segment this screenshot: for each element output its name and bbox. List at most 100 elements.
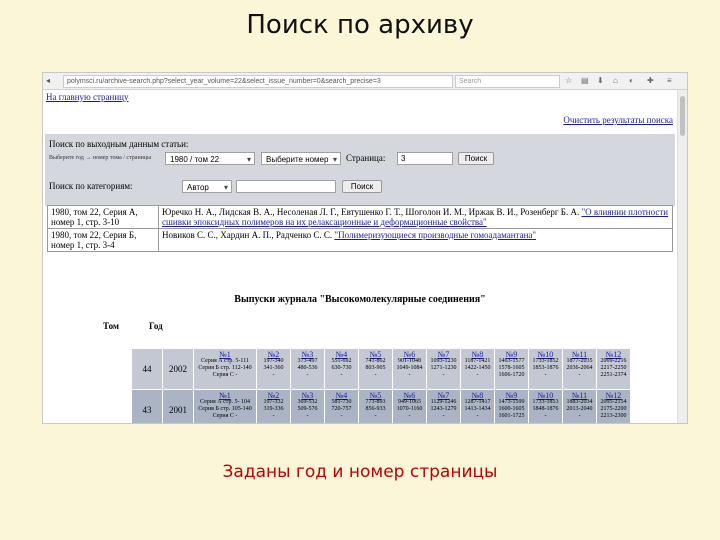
issue-cell: №8 1187-1421 1422-1450- xyxy=(460,348,495,390)
result-title-link[interactable]: "Полимеризующиеся производные гомоадаман… xyxy=(334,230,536,240)
category-input[interactable] xyxy=(236,180,336,193)
results-table: 1980, том 22, Серия А, номер 1, стр. 3-1… xyxy=(47,205,673,252)
issues-heading: Выпуски журнала "Высокомолекулярные соед… xyxy=(234,294,486,305)
issue-number-link[interactable]: №8 xyxy=(461,392,494,400)
issue-cell: №7 1093-1230 1271-1230- xyxy=(426,348,461,390)
issue-number-link[interactable]: №5 xyxy=(359,392,392,400)
issue-page-range: 551-692 xyxy=(331,358,352,364)
issue-number-link[interactable]: №11 xyxy=(563,351,596,359)
issue-page-range: 720-757 xyxy=(331,406,352,412)
issue-number-link[interactable]: №2 xyxy=(257,392,290,400)
issue-page-range: 1473-1599 xyxy=(498,399,525,405)
issue-number-link[interactable]: №8 xyxy=(461,351,494,359)
issue-cell: №6 901-1048 1049-1084- xyxy=(392,348,427,390)
scrollbar[interactable] xyxy=(677,90,687,423)
issue-number-link[interactable]: №4 xyxy=(325,351,358,359)
output-search-label: Поиск по выходным данным статьи: xyxy=(49,139,189,149)
issue-cell: №1 Серия А стр. 5-111 Серия Б стр. 112-140… xyxy=(193,348,257,390)
issue-number-select[interactable]: Выберите номер xyxy=(261,152,341,166)
issue-number-link[interactable]: №6 xyxy=(393,351,426,359)
category-label: Поиск по категориям: xyxy=(49,181,133,191)
issue-number-link[interactable]: №6 xyxy=(393,392,426,400)
issue-cell: №9 1463-1577 1578-1605 1606-1720 xyxy=(494,348,529,390)
category-select[interactable]: Автор xyxy=(182,180,232,194)
issue-page-range: Серия С - xyxy=(212,413,238,419)
year-cell: 2002 xyxy=(162,348,194,390)
issue-page-range: 1287-1417 xyxy=(464,399,491,405)
issue-number-link[interactable]: №2 xyxy=(257,351,290,359)
home-icon[interactable]: ⌂ xyxy=(613,76,618,85)
back-icon[interactable]: ◂ xyxy=(46,76,50,85)
browser-search-field[interactable]: Search xyxy=(455,75,560,88)
issue-number-link[interactable]: №3 xyxy=(291,392,324,400)
scrollbar-thumb[interactable] xyxy=(680,96,685,136)
result-reference: 1980, том 22, Серия Б, номер 1, стр. 3-4 xyxy=(47,228,159,252)
issue-page-range: Серия Б стр. 105-140 xyxy=(198,406,252,412)
issue-number-link[interactable]: №3 xyxy=(291,351,324,359)
issue-number-link[interactable]: №7 xyxy=(427,351,460,359)
result-body: Новиков С. С., Хардин А. П., Радченко С.… xyxy=(158,228,673,252)
issue-page-range: 1733-1852 xyxy=(532,358,559,364)
issue-page-range: 949-1065 xyxy=(398,399,421,405)
issue-number-link[interactable]: №7 xyxy=(427,392,460,400)
issue-page-range: 1578-1605 xyxy=(498,365,525,371)
issue-number-link[interactable]: №12 xyxy=(597,351,630,359)
issue-number-link[interactable]: №4 xyxy=(325,392,358,400)
issue-number-link[interactable]: №11 xyxy=(563,392,596,400)
issue-page-range: 630-730 xyxy=(331,365,352,371)
issue-page-range: 1243-1279 xyxy=(430,406,457,412)
issue-page-range: - xyxy=(476,372,479,378)
year-volume-select[interactable]: 1980 / том 22 xyxy=(165,152,255,166)
issue-page-range: 1049-1084 xyxy=(396,365,423,371)
issue-page-range: 1422-1450 xyxy=(464,365,491,371)
category-search-button[interactable]: Поиск xyxy=(342,180,382,193)
issue-cell: №1 Серия А стр. 5- 104 Серия Б стр. 105-14… xyxy=(193,389,257,423)
issue-number-link[interactable]: №5 xyxy=(359,351,392,359)
issue-page-range: 1601-1725 xyxy=(498,413,525,419)
issue-page-range: 2095-2154 xyxy=(600,399,627,405)
issue-page-range: 2069-2216 xyxy=(600,358,627,364)
extension-icon[interactable]: ✚ xyxy=(647,76,654,85)
issue-cell: №12 2069-2216 2217-2250 2251-2374 xyxy=(596,348,631,390)
reading-list-icon[interactable]: ▤ xyxy=(581,76,589,85)
issue-cell: №7 1129-1246 1243-1279- xyxy=(426,389,461,423)
issue-page-range: 2251-2374 xyxy=(600,372,627,378)
issue-number-link[interactable]: №12 xyxy=(597,392,630,400)
issue-number-link[interactable]: №10 xyxy=(529,392,562,400)
issue-page-range: 803-905 xyxy=(365,365,386,371)
issue-number-link[interactable]: №9 xyxy=(495,392,528,400)
issue-page-range: 1413-1434 xyxy=(464,406,491,412)
issue-page-range: 1070-1160 xyxy=(396,406,423,412)
issue-page-range: 1853-1876 xyxy=(532,365,559,371)
home-link[interactable]: На главную страницу xyxy=(46,92,129,102)
issue-page-range: 197-340 xyxy=(263,358,284,364)
search-button[interactable]: Поиск xyxy=(458,152,494,165)
issue-page-range: 1848-1876 xyxy=(532,406,559,412)
issue-number-link[interactable]: №1 xyxy=(194,351,256,359)
star-icon[interactable]: ☆ xyxy=(565,76,572,85)
year-hint: Выберите год → номер тома / страницы xyxy=(49,155,152,161)
issue-page-range: 373-497 xyxy=(297,358,318,364)
clear-results-link[interactable]: Очистить результаты поиска xyxy=(563,115,673,125)
issue-number-link[interactable]: №9 xyxy=(495,351,528,359)
volume-cell: 44 xyxy=(131,348,163,390)
issue-page-range: 1463-1577 xyxy=(498,358,525,364)
issue-page-range: 509-576 xyxy=(297,406,318,412)
result-reference: 1980, том 22, Серия А, номер 1, стр. 3-1… xyxy=(47,205,159,229)
issue-number-link[interactable]: №10 xyxy=(529,351,562,359)
issue-page-range: - xyxy=(306,413,309,419)
issue-page-range: - xyxy=(408,413,411,419)
menu-icon[interactable]: ≡ xyxy=(667,76,672,85)
issue-cell: №2 197-332 319-336- xyxy=(256,389,291,423)
issue-page-range: 741-862 xyxy=(365,358,386,364)
pocket-icon[interactable]: ◐ xyxy=(629,76,634,85)
page-input[interactable]: 3 xyxy=(397,152,453,165)
url-field[interactable]: polymsci.ru/archive-search.php?select_ye… xyxy=(63,75,453,88)
issue-number-link[interactable]: №1 xyxy=(194,392,256,400)
issue-page-range: 773-893 xyxy=(365,399,386,405)
issue-page-range: - xyxy=(306,372,309,378)
issue-cell: №2 197-340 341-360- xyxy=(256,348,291,390)
page-content: На главную страницу Очистить результаты … xyxy=(43,90,677,423)
issue-page-range: - xyxy=(442,413,445,419)
download-icon[interactable]: ⬇ xyxy=(597,76,604,85)
